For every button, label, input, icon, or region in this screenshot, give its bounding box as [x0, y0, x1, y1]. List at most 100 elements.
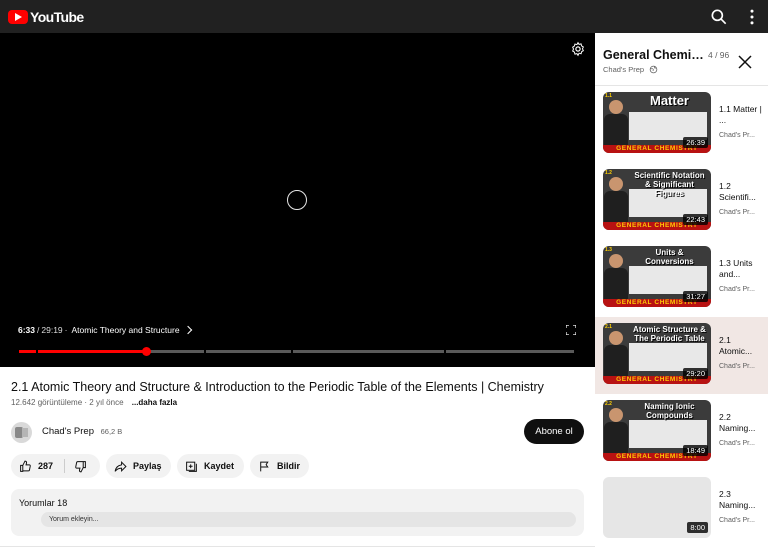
- chapter-separator: ·: [64, 325, 68, 335]
- playlist-counter: 4 / 96: [708, 50, 730, 60]
- like-dislike-group: 287: [11, 454, 100, 478]
- playlist-item[interactable]: 1.3 Units & Conversions GENERAL CHEMISTRY 3…: [595, 240, 768, 317]
- report-label: Bildir: [277, 461, 301, 471]
- comments-title: Yorumlar 18: [19, 498, 68, 508]
- flag-icon: [260, 461, 269, 471]
- thumb-number: 2.1: [605, 324, 612, 330]
- search-icon[interactable]: [709, 7, 729, 27]
- share-label: Paylaş: [133, 461, 162, 471]
- like-button[interactable]: 287: [11, 460, 53, 473]
- playlist-channel[interactable]: Chad's Prep: [603, 65, 644, 74]
- playlist-item[interactable]: 2.2 Naming Ionic Compounds GENERAL CHEMIST…: [595, 394, 768, 471]
- chapter-segment[interactable]: [19, 350, 36, 353]
- playlist-item-text: 2.1 Atomic... Chad's Pr...: [719, 335, 763, 370]
- duration-badge: 22:43: [683, 214, 708, 225]
- progress-bar[interactable]: [19, 347, 575, 356]
- video-thumbnail[interactable]: 1.3 Units & Conversions GENERAL CHEMISTRY 3…: [603, 246, 711, 307]
- playlist-item-title[interactable]: 2.3 Naming...: [719, 489, 763, 511]
- share-button[interactable]: Paylaş: [106, 454, 171, 478]
- playlist-item-text: 1.1 Matter | ... Chad's Pr...: [719, 104, 763, 139]
- current-time: 6:33: [18, 325, 36, 335]
- playlist-item-channel: Chad's Pr...: [719, 286, 755, 293]
- logo-text: YouTube: [30, 9, 84, 25]
- playlist-item-title[interactable]: 2.2 Naming...: [719, 412, 763, 434]
- playlist-item-title[interactable]: 1.3 Units and...: [719, 258, 763, 280]
- playlist-item-text: 1.2 Scientifi... Chad's Pr...: [719, 181, 763, 216]
- channel-info[interactable]: Chad's Prep 66,2 B: [42, 426, 122, 437]
- playlist-item-text: 2.3 Naming... Chad's Pr...: [719, 489, 763, 524]
- thumb-number: 1.3: [605, 247, 612, 253]
- presenter-image: [604, 177, 628, 225]
- thumb-title: Naming Ionic Compounds: [644, 402, 695, 420]
- thumb-graphic: [629, 343, 707, 371]
- playlist-item-text: 2.2 Naming... Chad's Pr...: [719, 412, 763, 447]
- playlist-item[interactable]: 1.1 Matter GENERAL CHEMISTRY 26:39 1.1 Matte…: [595, 86, 768, 163]
- more-vert-icon[interactable]: [742, 7, 762, 27]
- playlist-item-channel: Chad's Pr...: [719, 440, 755, 447]
- youtube-play-icon: [8, 10, 28, 24]
- video-thumbnail[interactable]: 2.2 Naming Ionic Compounds GENERAL CHEMIST…: [603, 400, 711, 461]
- channel-avatar[interactable]: [11, 422, 32, 443]
- duration-badge: 18:49: [683, 445, 708, 456]
- thumb-graphic: [629, 266, 707, 294]
- video-thumbnail[interactable]: 8:00: [603, 477, 711, 538]
- close-icon[interactable]: [738, 55, 752, 69]
- chapter-segment[interactable]: [38, 350, 204, 353]
- thumbs-down-icon: [75, 460, 86, 472]
- save-button[interactable]: Kaydet: [177, 454, 244, 478]
- playlist-item[interactable]: 8:00 2.3 Naming... Chad's Pr...: [595, 471, 768, 548]
- playlist-item-channel: Chad's Pr...: [719, 363, 755, 370]
- youtube-logo[interactable]: YouTube: [8, 9, 84, 25]
- chevron-right-icon[interactable]: [183, 325, 192, 335]
- thumbs-up-icon: [20, 460, 31, 472]
- duration-badge: 31:27: [683, 291, 708, 302]
- playlist-title[interactable]: General Chemistry: [603, 48, 705, 62]
- comments-section[interactable]: Yorumlar 18 Yorum ekleyin...: [11, 489, 584, 536]
- thumb-title: Scientific Notation & Significant Figure…: [634, 171, 705, 198]
- time-separator: /: [37, 325, 40, 335]
- add-comment-input[interactable]: Yorum ekleyin...: [41, 512, 576, 527]
- scrubber-handle[interactable]: [142, 347, 152, 356]
- fullscreen-icon[interactable]: [566, 325, 576, 335]
- report-button[interactable]: Bildir: [250, 454, 309, 478]
- duration-badge: 26:39: [683, 137, 708, 148]
- video-thumbnail[interactable]: 1.1 Matter GENERAL CHEMISTRY 26:39: [603, 92, 711, 153]
- thumb-title: Units & Conversions: [645, 248, 694, 266]
- thumb-graphic: [629, 420, 707, 448]
- chapter-segment[interactable]: [293, 350, 444, 353]
- playlist-panel: General Chemistry 4 / 96 Chad's Prep 1.1…: [595, 33, 768, 558]
- divider: [0, 546, 595, 547]
- presenter-image: [604, 408, 628, 456]
- playlist-item-title[interactable]: 1.2 Scientifi...: [719, 181, 763, 203]
- playlist-item[interactable]: 1.2 Scientific Notation & Significant Fig…: [595, 163, 768, 240]
- settings-gear-icon[interactable]: [570, 41, 586, 57]
- channel-name[interactable]: Chad's Prep: [42, 426, 94, 437]
- duration-badge: 8:00: [687, 522, 708, 533]
- playlist-item[interactable]: 2.1 Atomic Structure & The Periodic Table…: [595, 317, 768, 394]
- loading-spinner: [287, 190, 307, 210]
- show-more-link[interactable]: ...daha fazla: [132, 398, 177, 407]
- playlist-item-channel: Chad's Pr...: [719, 517, 755, 524]
- duration-badge: 29:20: [683, 368, 708, 379]
- video-title: 2.1 Atomic Theory and Structure & Introd…: [11, 380, 544, 394]
- presenter-image: [604, 100, 628, 148]
- video-thumbnail[interactable]: 1.2 Scientific Notation & Significant Fig…: [603, 169, 711, 230]
- add-to-playlist-icon: [186, 461, 197, 472]
- subscribe-button[interactable]: Abone ol: [524, 419, 584, 444]
- chapter-segment[interactable]: [206, 350, 291, 353]
- progress-fill: [38, 350, 147, 353]
- like-count: 287: [38, 461, 54, 471]
- video-meta: 12.642 görüntüleme · 2 yıl önce ...daha …: [11, 398, 177, 407]
- playlist-item-title[interactable]: 1.1 Matter | ...: [719, 104, 763, 126]
- thumb-title: Atomic Structure & The Periodic Table: [633, 325, 706, 343]
- chapter-title[interactable]: Atomic Theory and Structure: [72, 325, 180, 335]
- dislike-button[interactable]: [65, 460, 87, 473]
- video-thumbnail[interactable]: 2.1 Atomic Structure & The Periodic Table…: [603, 323, 711, 384]
- chapter-segment[interactable]: [446, 350, 574, 353]
- subscriber-count: 66,2 B: [100, 427, 123, 436]
- thumb-number: 1.1: [605, 93, 612, 99]
- thumb-title: Matter: [649, 93, 689, 108]
- video-player[interactable]: 6:33 / 29:19 · Atomic Theory and Structu…: [0, 33, 595, 367]
- playlist-item-title[interactable]: 2.1 Atomic...: [719, 335, 763, 357]
- public-globe-icon: [649, 65, 658, 74]
